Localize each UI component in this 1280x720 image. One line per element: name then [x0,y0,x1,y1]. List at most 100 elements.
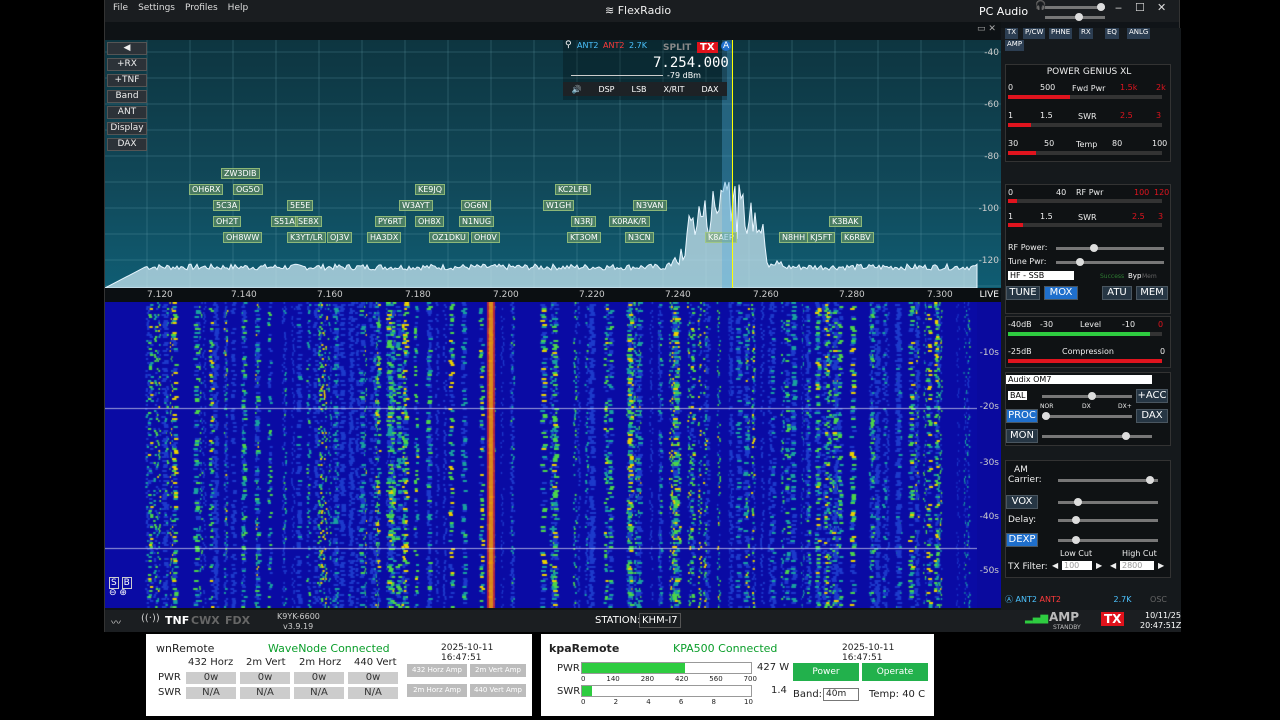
tune-power-slider[interactable] [1056,258,1164,266]
zoom-out-icon[interactable]: ⊖ [109,588,117,598]
dx-spot[interactable]: OG5O [233,184,263,195]
pc-audio-volume-slider[interactable] [1045,3,1105,11]
dx-spot[interactable]: N3VAN [633,200,667,211]
am-carrier-slider[interactable] [1058,476,1158,484]
menu-help[interactable]: Help [228,3,249,13]
dx-spot[interactable]: W1GH [543,200,575,211]
dax-button[interactable]: DAX [107,138,147,151]
collapse-arrow-icon[interactable]: ◀ [107,42,147,55]
high-cut-field[interactable]: 2800 [1120,561,1154,570]
dx-spot[interactable]: OG6N [461,200,491,211]
dx-spot[interactable]: OH2T [213,216,242,227]
xrit-button[interactable]: X/RIT [664,85,685,94]
high-cut-decrement-icon[interactable]: ◀ [1110,561,1116,570]
menu-profiles[interactable]: Profiles [185,3,218,13]
maximize-icon[interactable]: ☐ [1135,1,1145,14]
dx-spot[interactable]: K3YT/LR [287,232,326,243]
cwx-toggle[interactable]: CWX [191,614,220,627]
speaker-icon[interactable]: 🔊 [571,85,581,94]
tab-tx[interactable]: TX [1005,28,1019,39]
amp-2m-vert-button[interactable]: 2m Vert Amp [470,664,526,677]
dx-spot[interactable]: 5E5E [287,200,314,211]
dx-spot[interactable]: K3BAK [829,216,862,227]
band-button[interactable]: Band [107,90,147,103]
power-button[interactable]: Power [793,663,859,681]
pan-menu-icon[interactable]: ▭ ✕ [977,24,996,34]
dexp-slider[interactable] [1058,536,1158,544]
tab-pcw[interactable]: P/CW [1023,28,1046,39]
dx-spot[interactable]: N8HH [779,232,809,243]
tune-button[interactable]: TUNE [1006,286,1040,300]
low-cut-decrement-icon[interactable]: ◀ [1052,561,1058,570]
menu-file[interactable]: File [113,3,128,13]
tx-indicator[interactable]: TX [1101,612,1125,626]
low-cut-field[interactable]: 100 [1062,561,1092,570]
dx-spot[interactable]: 5C3A [213,200,241,211]
dx-spot[interactable]: KT3OM [567,232,601,243]
mic-profile-select[interactable]: Audix OM7 [1006,375,1152,384]
close-icon[interactable]: ✕ [1157,1,1166,14]
dax-tx-button[interactable]: DAX [1136,409,1168,423]
amp-indicator[interactable]: AMP [1049,610,1079,624]
tab-eq[interactable]: EQ [1105,28,1119,39]
low-cut-increment-icon[interactable]: ▶ [1096,561,1102,570]
mic-level-slider[interactable] [1042,392,1132,400]
dx-spot[interactable]: KC2LFB [555,184,592,195]
slice-cursor[interactable] [732,40,733,288]
tab-rx[interactable]: RX [1079,28,1093,39]
ant-button[interactable]: ANT [107,106,147,119]
proc-button[interactable]: PROC [1006,409,1038,423]
dx-spot[interactable]: N1NUG [459,216,495,227]
vox-button[interactable]: VOX [1006,495,1038,509]
band-select[interactable]: 40m [823,688,859,701]
menu-settings[interactable]: Settings [138,3,175,13]
dx-spot[interactable]: K6RBV [841,232,874,243]
vox-delay-slider[interactable] [1058,516,1158,524]
split-label[interactable]: SPLIT [663,43,691,53]
dx-spot[interactable]: ZW3DIB [221,168,260,179]
headphone-volume-slider[interactable] [1045,13,1105,21]
slice-frequency[interactable]: 7.254.000 [653,55,729,71]
amp-2m-horz-button[interactable]: 2m Horz Amp [407,684,467,697]
dx-spot[interactable]: S51A [271,216,298,227]
tx-antenna[interactable]: ANT2 [603,41,624,50]
dx-spot[interactable]: OH0V [471,232,500,243]
dx-spot[interactable]: SE8X [295,216,322,227]
proc-slider[interactable] [1042,412,1132,420]
dx-spot[interactable]: K0RAK/R [609,216,650,227]
mox-button[interactable]: MOX [1044,286,1078,300]
rf-power-slider[interactable] [1056,244,1164,252]
station-name[interactable]: KHM-I7 [639,613,681,628]
tx-profile-select[interactable]: HF - SSB [1008,271,1074,280]
minimize-icon[interactable]: ‒ [1115,1,1122,14]
add-tnf-button[interactable]: +TNF [107,74,147,87]
mem-button[interactable]: MEM [1136,286,1168,300]
dx-spot[interactable]: W3AYT [399,200,433,211]
zoom-in-icon[interactable]: ⊕ [119,588,127,598]
acc-button[interactable]: +ACC [1136,389,1168,403]
slider-knob[interactable] [1097,3,1105,11]
dx-spot[interactable]: KJ5FT [807,232,836,243]
amp-440-vert-button[interactable]: 440 Vert Amp [470,684,526,697]
dx-spot[interactable]: N3CN [625,232,654,243]
atu-button[interactable]: ATU [1102,286,1132,300]
dsp-button[interactable]: DSP [598,85,614,94]
high-cut-increment-icon[interactable]: ▶ [1158,561,1164,570]
mode-button[interactable]: LSB [631,85,646,94]
vox-level-slider[interactable] [1058,498,1158,506]
mon-button[interactable]: MON [1006,429,1038,443]
operate-button[interactable]: Operate [862,663,928,681]
dx-spot[interactable]: HA3DX [367,232,402,243]
monitor-slider[interactable] [1042,432,1152,440]
dx-spot[interactable]: OJ3V [327,232,353,243]
display-button[interactable]: Display [107,122,147,135]
frequency-axis[interactable]: 7.120 7.140 7.160 7.180 7.200 7.220 7.24… [105,288,1001,302]
tx-badge[interactable]: TX [697,42,718,53]
tnf-toggle[interactable]: TNF [165,614,189,627]
dx-spot[interactable]: OZ1DKU [429,232,469,243]
fdx-toggle[interactable]: FDX [225,614,250,627]
waterfall[interactable] [105,302,977,608]
dx-spot[interactable]: OH6RX [189,184,224,195]
dx-spot[interactable]: KE9JQ [415,184,446,195]
dax-button[interactable]: DAX [701,85,718,94]
